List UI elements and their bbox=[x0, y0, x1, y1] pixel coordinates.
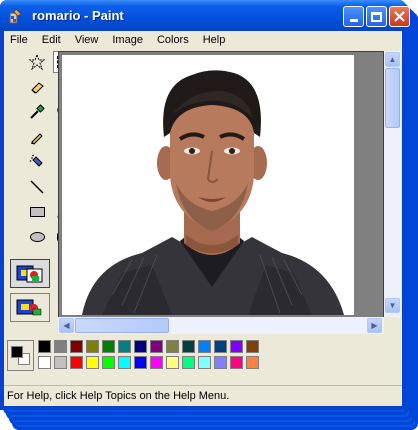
palette-swatch[interactable] bbox=[86, 340, 99, 353]
palette-swatch[interactable] bbox=[150, 356, 163, 369]
paint-window: romario - Paint File Edit View Image Col… bbox=[0, 0, 410, 410]
line-icon bbox=[30, 180, 44, 194]
pick-color-tool[interactable] bbox=[26, 101, 48, 123]
palette-swatch[interactable] bbox=[70, 356, 83, 369]
palette-swatch[interactable] bbox=[118, 356, 131, 369]
menu-view[interactable]: View bbox=[68, 31, 106, 49]
scroll-left-button[interactable]: ◀ bbox=[59, 318, 74, 333]
rectangle-icon bbox=[29, 207, 45, 217]
palette-swatch[interactable] bbox=[214, 356, 227, 369]
color-box bbox=[4, 338, 402, 378]
palette-swatch[interactable] bbox=[214, 340, 227, 353]
palette-swatch[interactable] bbox=[198, 340, 211, 353]
free-form-select-icon bbox=[29, 54, 45, 70]
palette-swatch[interactable] bbox=[134, 356, 147, 369]
palette-swatch[interactable] bbox=[150, 340, 163, 353]
portrait-photo bbox=[62, 55, 354, 315]
paint-app-icon bbox=[7, 7, 25, 25]
palette-swatch[interactable] bbox=[38, 356, 51, 369]
vertical-scroll-thumb[interactable] bbox=[385, 68, 400, 128]
palette-swatch[interactable] bbox=[134, 340, 147, 353]
paint-client-area: File Edit View Image Colors Help ▲ ▼ ◀ ▶… bbox=[4, 31, 402, 406]
palette-swatch[interactable] bbox=[246, 356, 259, 369]
pencil-icon bbox=[31, 133, 43, 145]
scroll-down-button[interactable]: ▼ bbox=[385, 298, 400, 313]
palette-swatch[interactable] bbox=[38, 340, 51, 353]
transparency-option-transparent[interactable] bbox=[10, 293, 50, 322]
minimize-button[interactable] bbox=[343, 6, 364, 27]
transparent-selection-icon bbox=[16, 299, 42, 315]
close-icon bbox=[394, 11, 405, 22]
scroll-up-button[interactable]: ▲ bbox=[385, 52, 400, 67]
palette-swatch[interactable] bbox=[230, 356, 243, 369]
menu-image[interactable]: Image bbox=[105, 31, 150, 49]
canvas-viewport[interactable] bbox=[58, 51, 384, 333]
status-bar: For Help, click Help Topics on the Help … bbox=[4, 385, 402, 406]
rectangle-tool[interactable] bbox=[26, 201, 48, 223]
scroll-right-button[interactable]: ▶ bbox=[367, 318, 382, 333]
minimize-icon bbox=[349, 19, 358, 22]
canvas-image[interactable] bbox=[62, 55, 354, 315]
eraser-icon bbox=[31, 82, 44, 94]
menu-help[interactable]: Help bbox=[196, 31, 233, 49]
palette-swatch[interactable] bbox=[70, 340, 83, 353]
close-button[interactable] bbox=[389, 6, 410, 27]
toolbox: A bbox=[4, 51, 75, 323]
vertical-scrollbar[interactable]: ▲ ▼ bbox=[384, 51, 401, 333]
palette-swatch[interactable] bbox=[166, 356, 179, 369]
palette-swatch[interactable] bbox=[182, 356, 195, 369]
scroll-up-icon: ▲ bbox=[388, 55, 397, 64]
scroll-down-icon: ▼ bbox=[388, 301, 397, 310]
status-text: For Help, click Help Topics on the Help … bbox=[7, 390, 230, 402]
palette-swatch[interactable] bbox=[182, 340, 195, 353]
palette-swatch[interactable] bbox=[102, 356, 115, 369]
menu-colors[interactable]: Colors bbox=[150, 31, 196, 49]
menu-edit[interactable]: Edit bbox=[35, 31, 68, 49]
scroll-left-icon: ◀ bbox=[63, 321, 70, 330]
maximize-button[interactable] bbox=[366, 6, 387, 27]
palette-swatch[interactable] bbox=[54, 356, 67, 369]
foreground-color-swatch bbox=[11, 346, 23, 358]
airbrush-tool[interactable] bbox=[26, 151, 48, 173]
palette-swatch[interactable] bbox=[230, 340, 243, 353]
pencil-tool[interactable] bbox=[26, 126, 48, 148]
line-tool[interactable] bbox=[26, 176, 48, 198]
palette-swatch[interactable] bbox=[246, 340, 259, 353]
palette-swatch[interactable] bbox=[54, 340, 67, 353]
scroll-right-icon: ▶ bbox=[371, 321, 378, 330]
free-form-select-tool[interactable] bbox=[26, 51, 48, 73]
palette-swatch[interactable] bbox=[198, 356, 211, 369]
ellipse-icon bbox=[29, 232, 45, 242]
maximize-icon bbox=[371, 11, 382, 22]
current-colors-indicator[interactable] bbox=[7, 340, 34, 371]
transparency-option-opaque[interactable] bbox=[10, 259, 50, 288]
menu-file[interactable]: File bbox=[4, 31, 35, 49]
airbrush-icon bbox=[29, 154, 43, 167]
palette-swatch[interactable] bbox=[86, 356, 99, 369]
opaque-selection-icon bbox=[16, 265, 43, 282]
palette-swatch[interactable] bbox=[118, 340, 131, 353]
title-bar[interactable]: romario - Paint bbox=[0, 0, 410, 31]
palette-swatch[interactable] bbox=[166, 340, 179, 353]
horizontal-scroll-thumb[interactable] bbox=[75, 318, 169, 333]
menu-bar: File Edit View Image Colors Help bbox=[4, 31, 402, 49]
eraser-tool[interactable] bbox=[26, 76, 48, 98]
palette-swatch[interactable] bbox=[102, 340, 115, 353]
ellipse-tool[interactable] bbox=[26, 226, 48, 248]
window-title: romario - Paint bbox=[32, 8, 124, 23]
scrollbar-corner bbox=[384, 317, 401, 334]
pick-color-icon bbox=[30, 104, 45, 119]
horizontal-scrollbar[interactable]: ◀ ▶ bbox=[58, 317, 384, 334]
